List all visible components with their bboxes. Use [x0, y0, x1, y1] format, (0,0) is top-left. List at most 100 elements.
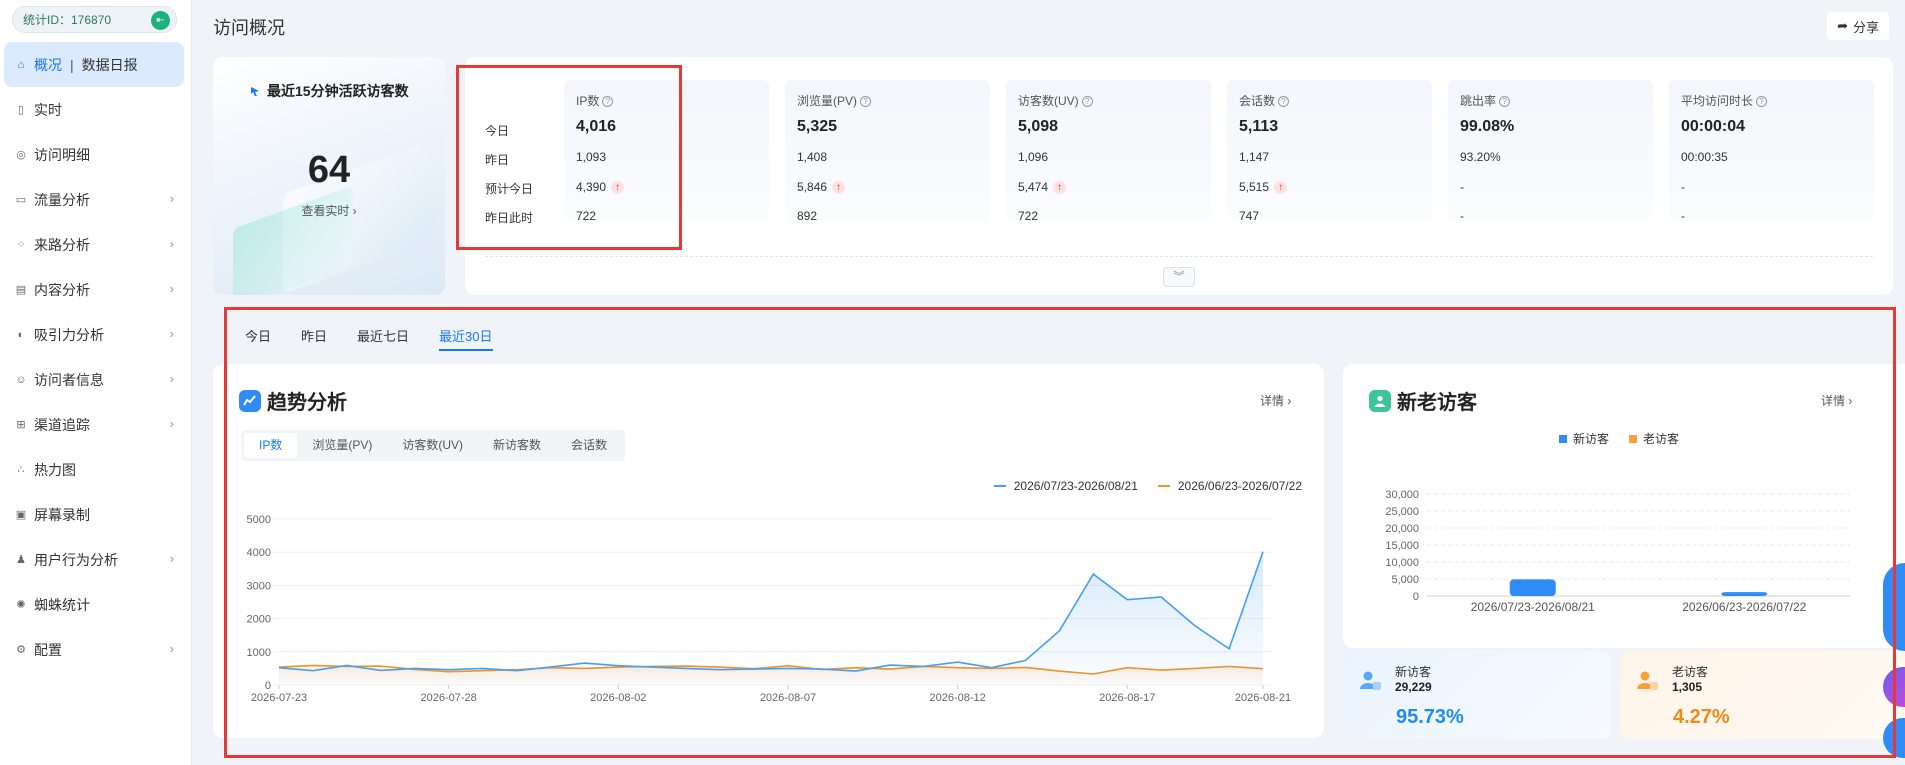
chevron-right-icon: › [169, 191, 174, 206]
spider-icon: ✺ [16, 599, 26, 611]
metric-today: 5,098 [1018, 118, 1059, 135]
help-icon[interactable]: ? [1499, 96, 1511, 108]
share-label: 分享 [1852, 19, 1879, 35]
help-icon[interactable]: ? [602, 96, 614, 108]
page-title: 访问概况 [213, 18, 285, 38]
y-tick-label: 5,000 [1391, 574, 1419, 586]
chevron-right-icon: › [169, 641, 174, 656]
help-icon[interactable]: ? [1278, 96, 1290, 108]
metric-header: 跳出率? [1460, 92, 1511, 109]
sidebar-item-6[interactable]: ◐ 吸引力分析 › [0, 312, 192, 357]
metrics-panel: 今日 昨日 预计今日 昨日此时 IP数? 4,016 1,093 4,390 ↑ 722 浏览量(… [465, 57, 1893, 295]
sidebar-item-12[interactable]: ✺ 蜘蛛统计 [0, 582, 192, 627]
old-visitor-icon [1637, 671, 1658, 690]
y-tick-label: 4000 [247, 547, 271, 559]
help-icon[interactable]: ? [1081, 96, 1093, 108]
config-icon: ⚙ [16, 644, 26, 656]
record-icon: ▣ [15, 509, 27, 521]
metric-column: 访客数(UV)? 5,098 1,096 5,474 ↑ 722 [1006, 80, 1211, 223]
row-label: 今日 [485, 124, 510, 138]
chevron-right-icon: › [169, 551, 174, 566]
metric-yesterday-now: 892 [797, 209, 818, 223]
x-tick-label: 2026-07-23 [251, 692, 307, 704]
chevron-right-icon: › [169, 416, 174, 431]
y-tick-label: 3000 [247, 580, 271, 592]
metric-yesterday: 1,408 [797, 150, 828, 164]
y-tick-label: 15,000 [1385, 540, 1419, 552]
metric-forecast: 5,846 ↑ [797, 180, 846, 194]
help-icon[interactable]: ? [860, 96, 872, 108]
share-button[interactable]: ➦ 分享 [1827, 12, 1889, 40]
detail-icon: ◎ [16, 149, 26, 161]
view-realtime-link[interactable]: 查看实时 › [213, 202, 445, 219]
old-visitors-percent: 4.27% [1673, 706, 1730, 728]
sidebar-item-7[interactable]: ☺ 访问者信息 › [0, 357, 192, 402]
new-old-bar-chart: 0 5,000 10,000 15,000 20,000 25,000 30,000 2026… [1385, 489, 1850, 614]
metric-header: 会话数? [1239, 92, 1290, 109]
sidebar-item-5[interactable]: ▤ 内容分析 › [0, 267, 192, 312]
sidebar-item-4[interactable]: ⁘ 来路分析 › [0, 222, 192, 267]
sidebar-item-label: 屏幕录制 [34, 506, 90, 523]
sidebar-item-11[interactable]: ♟ 用户行为分析 › [0, 537, 192, 582]
sidebar-item-label: 来路分析 [34, 236, 90, 253]
help-icon[interactable]: ? [1756, 96, 1768, 108]
behavior-icon: ♟ [16, 554, 26, 566]
metric-column: 浏览量(PV)? 5,325 1,408 5,846 ↑ 892 [785, 80, 990, 223]
separator: | [70, 56, 74, 73]
sidebar-item-0[interactable]: ⌂ 概况 | 数据日报 [4, 42, 184, 87]
arrow-up-icon: ↑ [1053, 180, 1067, 194]
metric-today: 4,016 [576, 118, 617, 135]
visitor-icon: ☺ [15, 373, 27, 386]
metric-header: 访客数(UV)? [1018, 92, 1093, 109]
sidebar-item-2[interactable]: ◎ 访问明细 [0, 132, 192, 177]
metric-yesterday: 1,096 [1018, 150, 1049, 164]
home-icon: ⌂ [17, 58, 25, 71]
sidebar-subitem-label[interactable]: 数据日报 [82, 55, 138, 75]
pulse-icon [249, 85, 261, 97]
old-visitors-value: 1,305 [1672, 680, 1703, 694]
sidebar-item-3[interactable]: ▭ 流量分析 › [0, 177, 192, 222]
x-tick-label: 2026-08-21 [1235, 692, 1291, 704]
metric-column: 跳出率? 99.08% 93.20% - - [1448, 80, 1653, 223]
new-visitors-value: 29,229 [1395, 680, 1432, 694]
source-icon: ⁘ [16, 239, 26, 251]
sidebar-item-label: 概况 [34, 56, 62, 73]
chevron-right-icon: › [169, 326, 174, 341]
date-tab[interactable]: 昨日 [301, 326, 327, 351]
collapse-sidebar-icon[interactable]: ⇤ [151, 11, 170, 30]
bar-new-visitors [1721, 592, 1768, 596]
share-icon: ➦ [1837, 18, 1848, 33]
metric-row-labels: 今日 昨日 预计今日 昨日此时 [485, 122, 533, 238]
metric-header: IP数? [576, 92, 614, 109]
metric-forecast: 5,515 ↑ [1239, 180, 1288, 194]
customer-service-float[interactable] [1883, 563, 1905, 651]
date-tab[interactable]: 今日 [245, 326, 271, 351]
metric-today: 99.08% [1460, 118, 1515, 135]
metric-column: IP数? 4,016 1,093 4,390 ↑ 722 [564, 80, 769, 223]
date-tab[interactable]: 最近30日 [439, 326, 493, 351]
sidebar-item-1[interactable]: ▯ 实时 [0, 87, 192, 132]
trend-line-chart: 0 1000 2000 3000 4000 5000 2026-07-23 2026-07-2… [247, 514, 1292, 704]
stat-id-text: 统计ID：176870 [23, 13, 112, 27]
x-tick-label: 2026-08-02 [590, 692, 646, 704]
sidebar-item-8[interactable]: ⊞ 渠道追踪 › [0, 402, 192, 447]
sidebar-item-9[interactable]: ∴ 热力图 [0, 447, 192, 492]
arrow-up-icon: ↑ [1274, 180, 1288, 194]
metric-forecast: 4,390 ↑ [576, 180, 625, 194]
x-tick-label: 2026/07/23-2026/08/21 [1471, 600, 1595, 614]
date-tab[interactable]: 最近七日 [357, 326, 409, 351]
chevron-right-icon: › [169, 236, 174, 251]
expand-icon[interactable]: ︾ [1163, 267, 1195, 287]
row-label: 昨日 [485, 153, 510, 167]
sidebar-item-13[interactable]: ⚙ 配置 › [0, 627, 192, 672]
x-tick-label: 2026/06/23-2026/07/22 [1682, 600, 1806, 614]
active-visitors-count: 64 [307, 149, 351, 191]
date-range-tabs: 今日 昨日 最近七日 最近30日 [245, 326, 523, 351]
metric-header: 浏览量(PV)? [797, 92, 872, 109]
sidebar-item-label: 用户行为分析 [34, 551, 118, 568]
new-visitors-percent: 95.73% [1396, 706, 1464, 728]
chevron-right-icon: › [169, 281, 174, 296]
metric-yesterday-now: - [1681, 209, 1685, 223]
arrow-up-icon: ↑ [832, 180, 846, 194]
sidebar-item-10[interactable]: ▣ 屏幕录制 [0, 492, 192, 537]
